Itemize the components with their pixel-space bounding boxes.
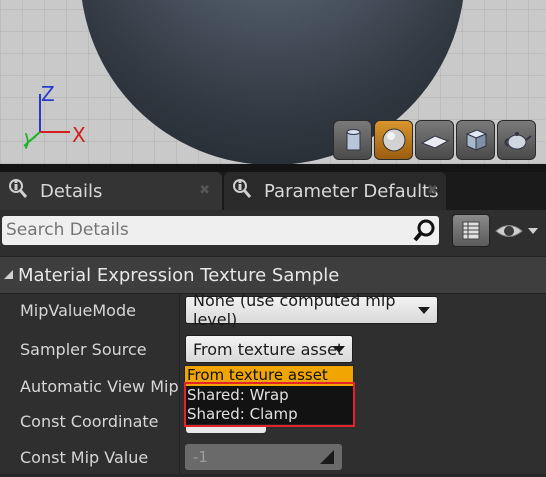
tab-parameter-defaults-label: Parameter Defaults (264, 180, 439, 202)
cylinder-icon (346, 129, 361, 151)
tab-details-label: Details (40, 180, 103, 202)
cube-preview-button[interactable] (456, 120, 495, 160)
expand-arrow-icon (2, 265, 14, 286)
const-mip-value-label: Const Mip Value (20, 448, 149, 467)
preview-shape-toolbar (333, 120, 536, 162)
cylinder-preview-button[interactable] (333, 120, 372, 160)
sampler-source-value: From texture asset (193, 339, 344, 359)
close-icon[interactable]: ✖ (427, 183, 438, 198)
property-matrix-button[interactable] (452, 214, 490, 247)
chevron-down-icon (418, 307, 430, 314)
tab-bar: Details ✖ Parameter Defaults ✖ (0, 172, 546, 210)
const-mip-value-text: -1 (193, 448, 208, 466)
sphere-preview-button[interactable] (374, 120, 413, 160)
details-search-icon (8, 178, 28, 205)
sphere-icon (382, 128, 406, 152)
eye-icon (495, 225, 538, 237)
highlight-box (184, 382, 355, 427)
category-title: Material Expression Texture Sample (18, 264, 340, 286)
mip-value-mode-value: None (use computed mip level) (193, 291, 396, 329)
plane-preview-button[interactable] (415, 120, 454, 160)
const-mip-value-field[interactable]: -1 (185, 444, 342, 470)
close-icon[interactable]: ✖ (199, 183, 210, 198)
axis-z-label: Z (41, 82, 55, 106)
grid-icon (462, 221, 480, 240)
tab-details[interactable]: Details ✖ (0, 172, 222, 210)
axis-gizmo: Z Y X (10, 80, 100, 160)
search-icon[interactable] (413, 218, 437, 246)
mip-value-mode-label: MipValueMode (20, 301, 136, 320)
view-options-button[interactable] (494, 218, 544, 244)
teapot-preview-button[interactable] (497, 120, 536, 160)
category-header[interactable]: Material Expression Texture Sample (0, 256, 546, 294)
drag-handle-icon (320, 450, 334, 464)
search-box (2, 216, 439, 245)
auto-view-mip-label: Automatic View Mip Bias (20, 377, 178, 396)
teapot-icon (504, 132, 532, 150)
search-input[interactable] (6, 219, 401, 241)
chevron-down-icon (333, 346, 345, 353)
const-coordinate-label: Const Coordinate (20, 412, 159, 431)
axis-x-label: X (72, 123, 86, 147)
sampler-source-dropdown[interactable]: From texture asset (185, 335, 353, 363)
sampler-source-label: Sampler Source (20, 340, 147, 359)
cube-icon (465, 129, 488, 151)
tab-parameter-defaults[interactable]: Parameter Defaults ✖ (224, 172, 446, 210)
details-search-icon (232, 178, 252, 205)
panel-divider (0, 164, 546, 172)
plane-icon (420, 135, 450, 149)
mip-value-mode-dropdown[interactable]: None (use computed mip level) (185, 291, 438, 329)
material-preview-viewport[interactable]: Z Y X (0, 0, 546, 164)
